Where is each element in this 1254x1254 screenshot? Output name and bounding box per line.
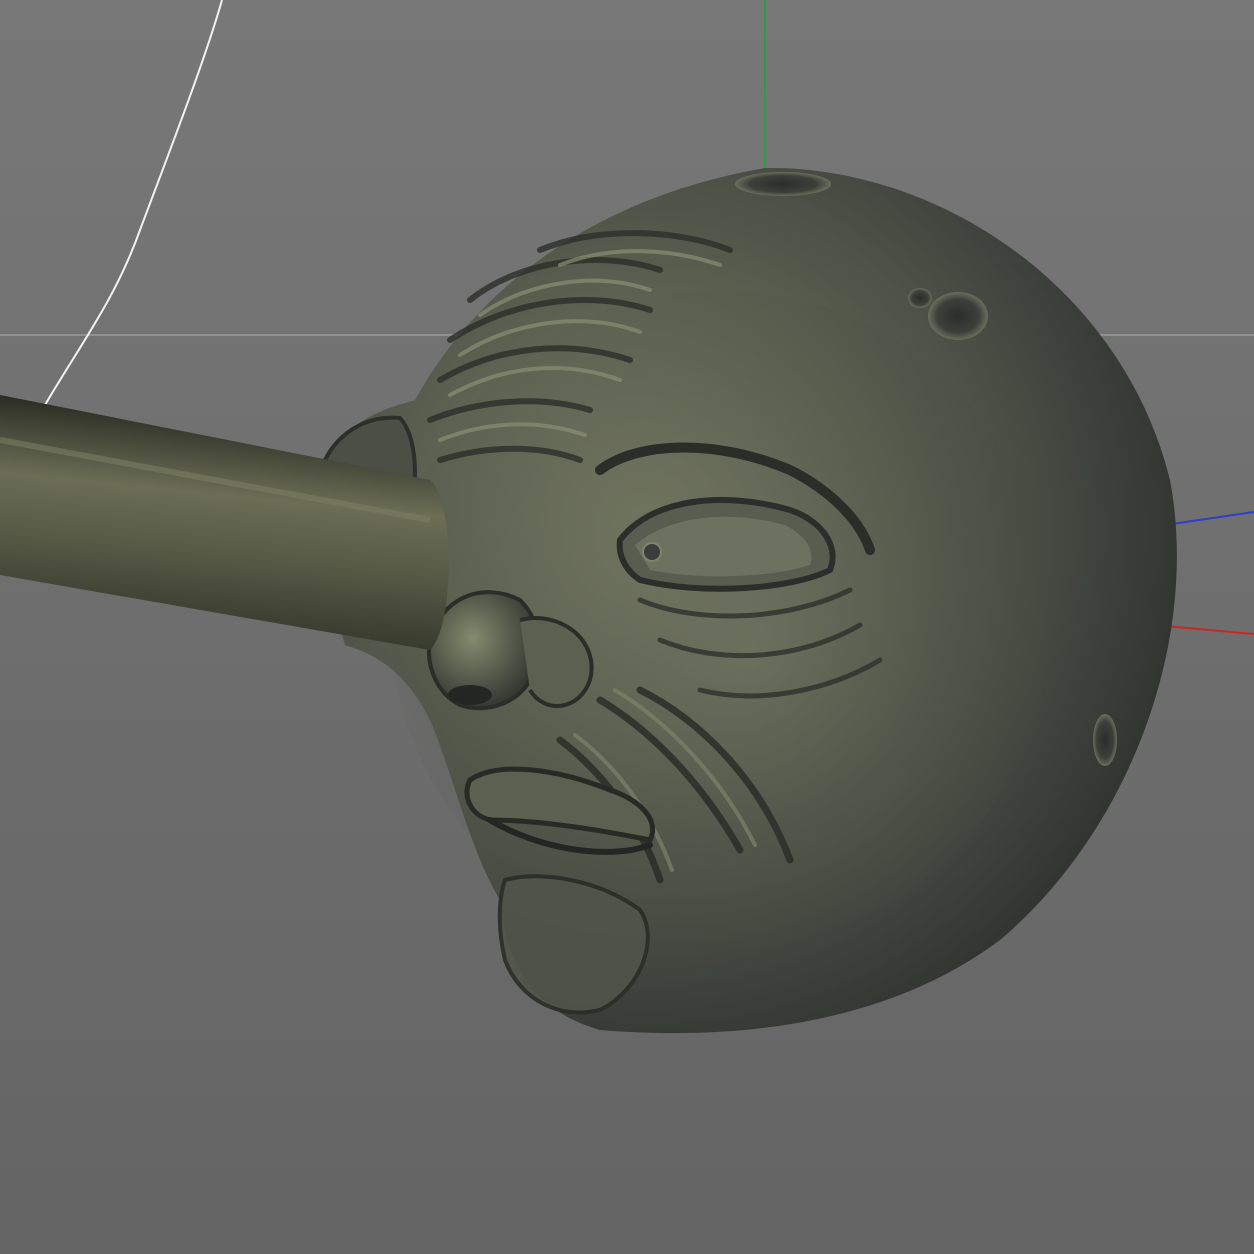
pupil [642,542,662,562]
crater-right [1093,714,1117,766]
eye [616,497,836,592]
crater-top [735,172,831,196]
3d-viewport[interactable] [0,0,1254,1254]
crater-upper-right [928,292,988,340]
crater-small [908,288,932,308]
viewport-canvas[interactable] [0,0,1254,1254]
nostril [448,685,492,705]
